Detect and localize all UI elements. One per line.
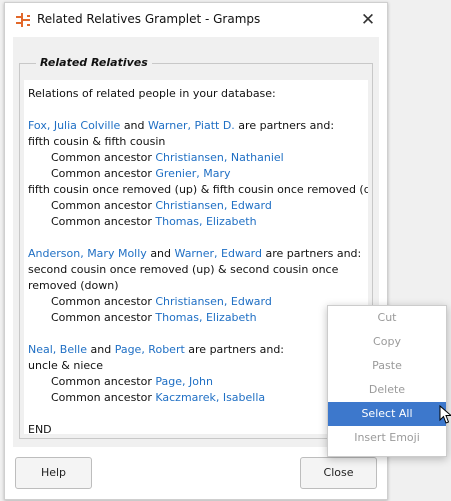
ancestor-link[interactable]: Christiansen, Edward [155,199,272,212]
common-ancestor-label: Common ancestor [51,151,152,164]
partners-line: Anderson, Mary Molly and Warner, Edward … [28,246,368,262]
menu-item-insert-emoji[interactable]: Insert Emoji [328,426,446,450]
common-ancestor-line: Common ancestor Kaczmarek, Isabella [28,390,368,406]
menu-item-paste[interactable]: Paste [328,354,446,378]
mouse-pointer-icon [439,405,451,424]
common-ancestor-label: Common ancestor [51,215,152,228]
common-ancestor-label: Common ancestor [51,391,152,404]
menu-item-cut[interactable]: Cut [328,306,446,330]
partners-suffix: are partners and: [188,343,285,356]
window-client-area: Related Relatives Relations of related p… [13,37,379,447]
common-ancestor-label: Common ancestor [51,167,152,180]
frame-label: Related Relatives [36,56,152,69]
common-ancestor-label: Common ancestor [51,311,152,324]
ancestor-link[interactable]: Page, John [155,375,213,388]
common-ancestor-label: Common ancestor [51,199,152,212]
common-ancestor-label: Common ancestor [51,375,152,388]
connector-text: and [150,247,172,260]
help-button[interactable]: Help [15,457,92,489]
menu-item-delete[interactable]: Delete [328,378,446,402]
partners-suffix: are partners and: [265,247,362,260]
common-ancestor-line: Common ancestor Thomas, Elizabeth [28,310,368,326]
connector-text: and [90,343,112,356]
common-ancestor-line: Common ancestor Page, John [28,374,368,390]
ancestor-link[interactable]: Thomas, Elizabeth [155,215,256,228]
relation-line: fifth cousin & fifth cousin [28,135,166,148]
common-ancestor-line: Common ancestor Christiansen, Edward [28,198,368,214]
connector-text: and [123,119,145,132]
ancestor-link[interactable]: Thomas, Elizabeth [155,311,256,324]
person-link[interactable]: Anderson, Mary Molly [28,247,147,260]
gramps-app-icon [16,13,30,27]
common-ancestor-line: Common ancestor Thomas, Elizabeth [28,214,368,230]
partners-line: Fox, Julia Colville and Warner, Piatt D.… [28,118,368,134]
related-relatives-frame: Related Relatives Relations of related p… [19,56,373,439]
partners-line: Neal, Belle and Page, Robert are partner… [28,342,368,358]
relation-line: fifth cousin once removed (up) & fifth c… [28,183,368,196]
ancestor-link[interactable]: Christiansen, Nathaniel [155,151,283,164]
common-ancestor-line: Common ancestor Grenier, Mary [28,166,368,182]
end-line: END [28,423,52,434]
common-ancestor-label: Common ancestor [51,295,152,308]
window-close-icon[interactable]: ✕ [355,7,381,33]
relation-line: second cousin once removed (up) & second… [28,263,339,292]
window-title: Related Relatives Gramplet - Gramps [37,12,261,26]
person-link[interactable]: Warner, Edward [175,247,262,260]
relatives-text[interactable]: Relations of related people in your data… [24,80,368,434]
menu-item-select-all[interactable]: Select All [328,402,446,426]
ancestor-link[interactable]: Christiansen, Edward [155,295,272,308]
ancestor-link[interactable]: Grenier, Mary [155,167,230,180]
person-link[interactable]: Neal, Belle [28,343,87,356]
gramplet-text-view[interactable]: Relations of related people in your data… [24,80,368,434]
common-ancestor-line: Common ancestor Christiansen, Nathaniel [28,150,368,166]
person-link[interactable]: Warner, Piatt D. [148,119,235,132]
context-menu: Cut Copy Paste Delete Select All Insert … [327,305,447,457]
person-link[interactable]: Fox, Julia Colville [28,119,120,132]
common-ancestor-line: Common ancestor Christiansen, Edward [28,294,368,310]
relation-line: uncle & niece [28,359,103,372]
ancestor-link[interactable]: Kaczmarek, Isabella [155,391,265,404]
menu-item-copy[interactable]: Copy [328,330,446,354]
close-button[interactable]: Close [300,457,377,489]
person-link[interactable]: Page, Robert [115,343,185,356]
intro-line: Relations of related people in your data… [28,87,276,100]
partners-suffix: are partners and: [238,119,335,132]
title-bar[interactable]: Related Relatives Gramplet - Gramps ✕ [5,3,387,37]
